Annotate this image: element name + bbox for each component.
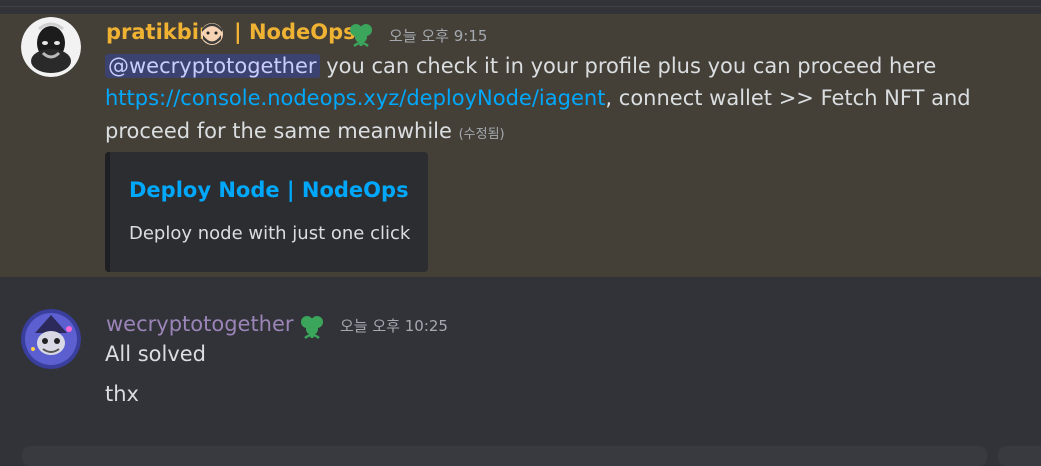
message-text: thx [105, 382, 139, 406]
bearded-face-emoji-icon [201, 23, 223, 45]
username[interactable]: pratikbin [106, 20, 214, 44]
message-input[interactable] [22, 446, 987, 466]
username-text: pratikbin [106, 20, 214, 44]
username-suffix[interactable]: | NodeOps [234, 20, 356, 44]
username[interactable]: wecryptotogether [106, 312, 294, 336]
clover-badge-icon[interactable] [347, 20, 375, 48]
timestamp: 오늘 오후 9:15 [389, 27, 488, 45]
message-line: proceed for the same meanwhile (수정됨) [105, 119, 505, 143]
clover-badge-icon[interactable] [298, 312, 326, 340]
message-text: you can check it in your profile plus yo… [319, 54, 937, 78]
composer-side-panel[interactable] [998, 446, 1041, 466]
message-text: , connect wallet >> Fetch NFT and [605, 86, 971, 110]
avatar[interactable] [21, 309, 81, 369]
avatar-image [21, 309, 81, 369]
embed-accent-bar [105, 152, 110, 272]
message-text: proceed for the same meanwhile [105, 119, 452, 143]
username-suffix-text: | NodeOps [234, 20, 356, 44]
avatar-image [21, 17, 81, 77]
avatar[interactable] [21, 17, 81, 77]
message-text: All solved [105, 342, 207, 366]
message-link[interactable]: https://console.nodeops.xyz/deployNode/i… [105, 86, 605, 110]
link-embed: Deploy Node | NodeOps Deploy node with j… [105, 152, 428, 272]
message-line: https://console.nodeops.xyz/deployNode/i… [105, 86, 971, 110]
divider [0, 6, 1041, 7]
edited-label: (수정됨) [458, 127, 505, 142]
user-mention[interactable]: @wecryptotogether [105, 54, 320, 78]
embed-title[interactable]: Deploy Node | NodeOps [129, 178, 409, 202]
top-bar [0, 0, 1041, 14]
username-text: wecryptotogether [106, 312, 294, 336]
message-line: @wecryptotogether you can check it in yo… [105, 54, 936, 78]
embed-description: Deploy node with just one click [129, 223, 411, 244]
timestamp: 오늘 오후 10:25 [340, 317, 448, 335]
